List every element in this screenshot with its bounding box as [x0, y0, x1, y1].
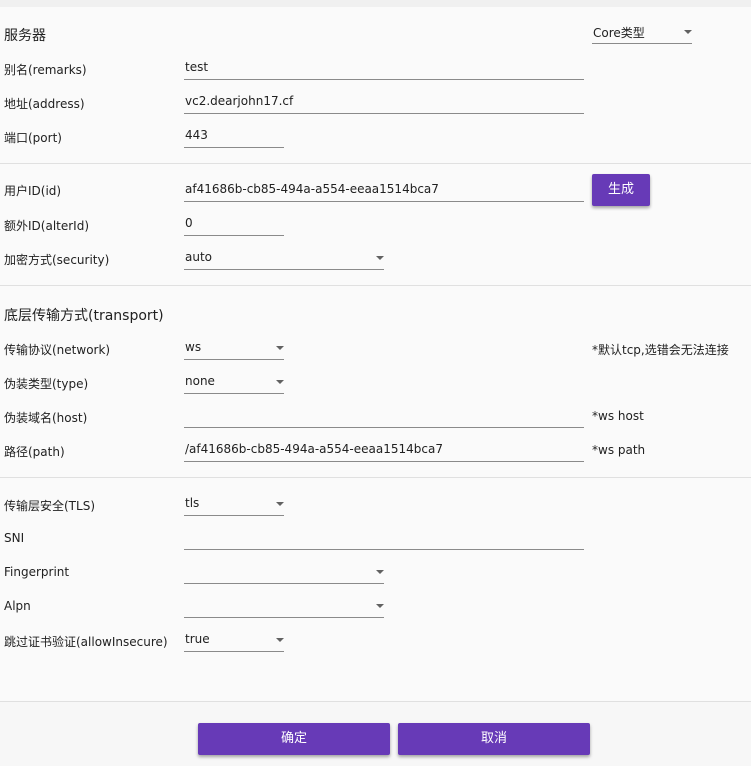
- divider: [0, 163, 751, 164]
- alpn-select[interactable]: [184, 596, 384, 618]
- chevron-down-icon: [276, 346, 284, 350]
- transport-section-title: 底层传输方式(transport): [4, 308, 164, 324]
- address-label: 地址(address): [4, 97, 85, 111]
- chevron-down-icon: [376, 256, 384, 260]
- port-field[interactable]: 443: [184, 126, 284, 148]
- chevron-down-icon: [684, 30, 692, 34]
- allow-insecure-select[interactable]: true: [184, 630, 284, 652]
- path-label: 路径(path): [4, 445, 65, 459]
- network-hint: *默认tcp,选错会无法连接: [592, 343, 729, 357]
- alter-id-field[interactable]: 0: [184, 214, 284, 236]
- fingerprint-label: Fingerprint: [4, 565, 70, 579]
- address-field[interactable]: vc2.dearjohn17.cf: [184, 92, 584, 114]
- core-type-select[interactable]: Core类型: [592, 22, 692, 44]
- divider: [0, 477, 751, 478]
- user-id-field[interactable]: af41686b-cb85-494a-a554-eeaa1514bca7: [184, 180, 584, 202]
- generate-button[interactable]: 生成: [592, 174, 650, 206]
- server-section-title: 服务器: [4, 28, 46, 44]
- alter-id-label: 额外ID(alterId): [4, 219, 90, 233]
- chevron-down-icon: [276, 380, 284, 384]
- allow-insecure-value: true: [185, 632, 210, 646]
- sni-label: SNI: [4, 531, 25, 545]
- security-select[interactable]: auto: [184, 248, 384, 270]
- network-select[interactable]: ws: [184, 338, 284, 360]
- host-hint: *ws host: [592, 409, 644, 423]
- chevron-down-icon: [376, 570, 384, 574]
- type-value: none: [185, 374, 215, 388]
- remarks-label: 别名(remarks): [4, 63, 87, 77]
- remarks-field[interactable]: test: [184, 58, 584, 80]
- chevron-down-icon: [376, 604, 384, 608]
- network-label: 传输协议(network): [4, 343, 111, 357]
- chevron-down-icon: [276, 502, 284, 506]
- security-value: auto: [185, 250, 213, 264]
- path-field[interactable]: /af41686b-cb85-494a-a554-eeaa1514bca7: [184, 440, 584, 462]
- core-type-placeholder: Core类型: [593, 26, 645, 40]
- user-id-value: af41686b-cb85-494a-a554-eeaa1514bca7: [185, 182, 439, 196]
- tls-label: 传输层安全(TLS): [4, 499, 95, 513]
- port-value: 443: [185, 128, 208, 142]
- ok-button[interactable]: 确定: [198, 723, 390, 755]
- tls-select[interactable]: tls: [184, 494, 284, 516]
- alter-id-value: 0: [185, 216, 193, 230]
- tls-value: tls: [185, 496, 200, 510]
- type-label: 伪装类型(type): [4, 377, 89, 391]
- address-value: vc2.dearjohn17.cf: [185, 94, 294, 108]
- network-value: ws: [185, 340, 202, 354]
- cancel-button[interactable]: 取消: [398, 723, 590, 755]
- alpn-label: Alpn: [4, 599, 31, 613]
- sni-field[interactable]: [184, 528, 584, 550]
- user-id-label: 用户ID(id): [4, 184, 62, 198]
- security-label: 加密方式(security): [4, 253, 110, 267]
- type-select[interactable]: none: [184, 372, 284, 394]
- host-label: 伪装域名(host): [4, 411, 88, 425]
- chevron-down-icon: [276, 638, 284, 642]
- port-label: 端口(port): [4, 131, 62, 145]
- remarks-value: test: [185, 60, 209, 74]
- fingerprint-select[interactable]: [184, 562, 384, 584]
- host-field[interactable]: [184, 406, 584, 428]
- path-value: /af41686b-cb85-494a-a554-eeaa1514bca7: [185, 442, 443, 456]
- path-hint: *ws path: [592, 443, 646, 457]
- divider: [0, 285, 751, 286]
- allow-insecure-label: 跳过证书验证(allowInsecure): [4, 635, 168, 649]
- top-strip: [0, 0, 751, 7]
